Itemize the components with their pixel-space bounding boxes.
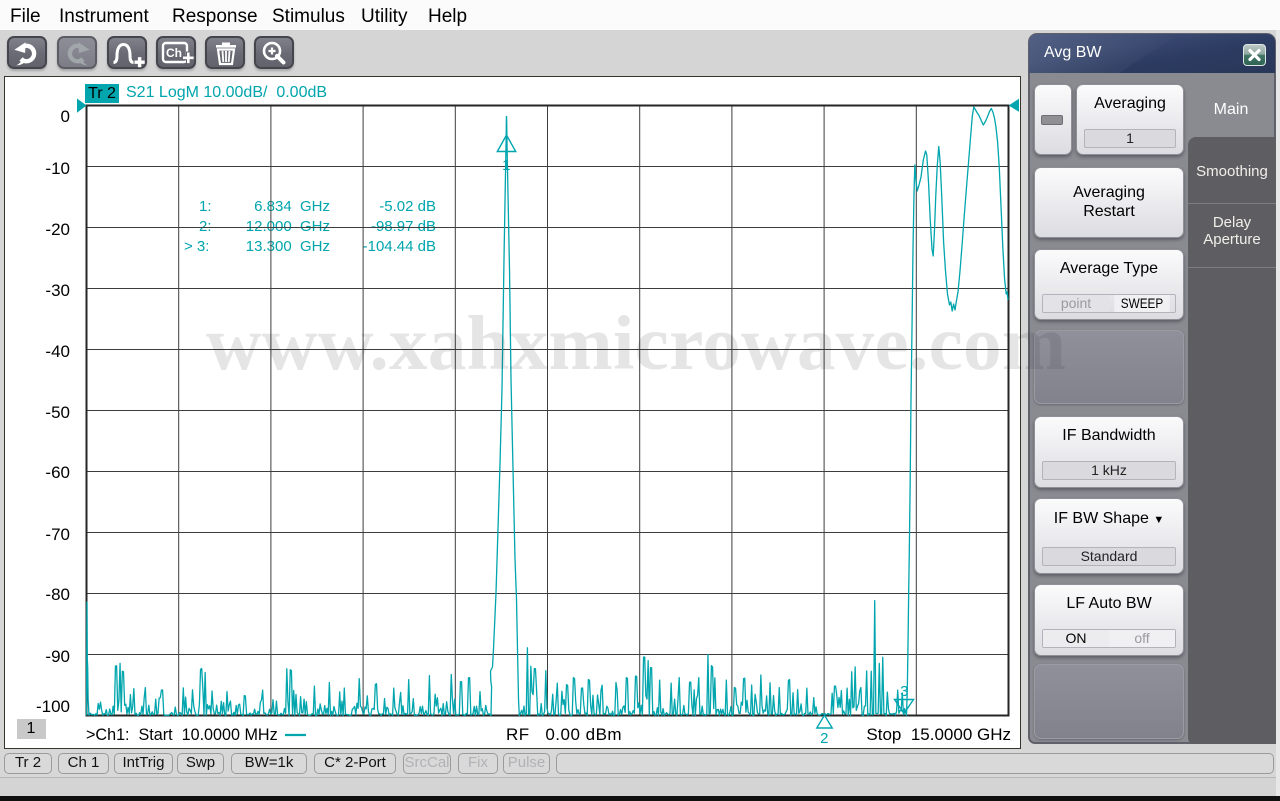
- svg-text:2: 2: [820, 730, 828, 747]
- svg-text:3: 3: [900, 683, 908, 700]
- svg-text:Ch: Ch: [166, 46, 182, 60]
- svg-text:1: 1: [502, 157, 510, 174]
